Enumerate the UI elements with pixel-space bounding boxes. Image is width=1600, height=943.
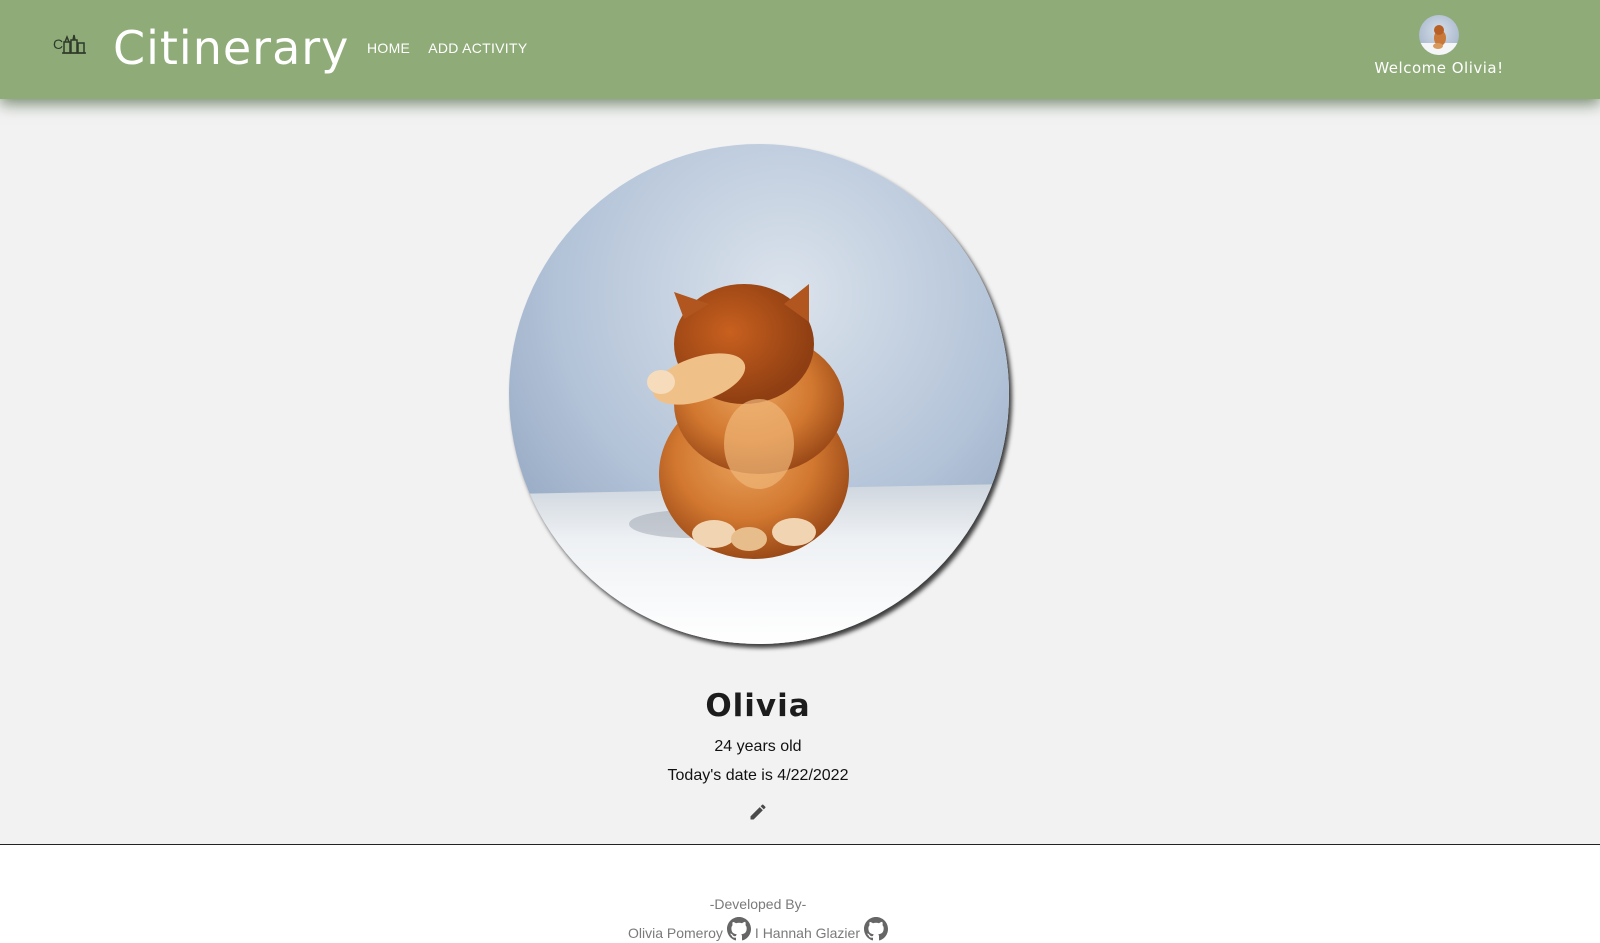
- welcome-message: Welcome Olivia!: [1374, 59, 1504, 77]
- nav-add-activity-link[interactable]: ADD ACTIVITY: [428, 40, 527, 56]
- profile-age: 24 years old: [714, 738, 802, 755]
- profile-name: Olivia: [705, 688, 811, 724]
- profile-photo: [509, 144, 1009, 644]
- todays-date: Today's date is 4/22/2022: [667, 767, 849, 784]
- svg-text:C: C: [53, 36, 63, 52]
- developer-credits: Olivia Pomeroy I Hannah Glazier: [0, 917, 1516, 941]
- developer-name: I Hannah Glazier: [754, 925, 860, 941]
- developer-name: Olivia Pomeroy: [628, 925, 723, 941]
- pencil-icon[interactable]: [748, 802, 768, 822]
- developed-by-label: -Developed By-: [709, 896, 807, 912]
- user-avatar[interactable]: [1419, 15, 1459, 55]
- github-icon[interactable]: [726, 917, 751, 941]
- nav-home-link[interactable]: HOME: [367, 40, 410, 56]
- main-nav: HOME ADD ACTIVITY: [367, 40, 528, 56]
- github-icon[interactable]: [863, 917, 888, 941]
- navbar: C Citinerary HOME ADD ACTIVITY Welcome O…: [0, 0, 1600, 99]
- app-title[interactable]: Citinerary: [113, 20, 349, 76]
- city-skyline-icon[interactable]: C: [53, 33, 89, 57]
- user-area: Welcome Olivia!: [1368, 15, 1510, 77]
- footer: -Developed By- Olivia Pomeroy I Hannah G…: [0, 844, 1600, 943]
